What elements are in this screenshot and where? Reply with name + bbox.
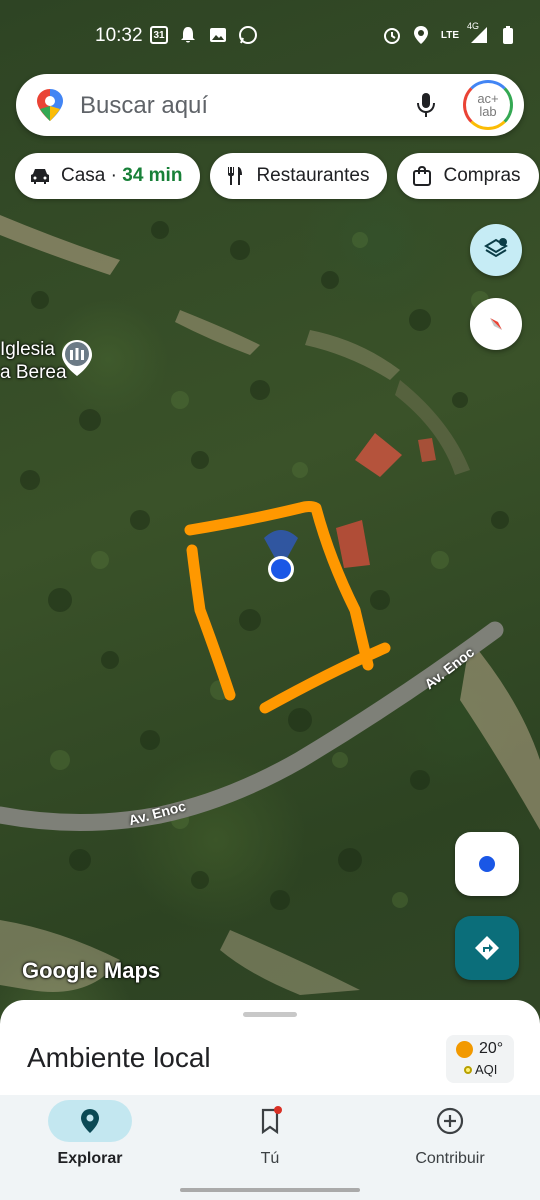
chip-home-time: 34 min	[122, 165, 183, 186]
sheet-title: Ambiente local	[27, 1042, 211, 1073]
sheet-drag-handle[interactable]	[243, 1012, 297, 1017]
directions-icon	[475, 936, 499, 960]
microphone-icon[interactable]	[413, 91, 439, 119]
image-icon	[208, 25, 228, 45]
layers-button[interactable]	[470, 224, 522, 276]
bottom-navigation: Explorar Tú Contribuir	[0, 1095, 540, 1200]
my-location-icon	[479, 856, 495, 872]
chip-shopping-label: Compras	[443, 165, 521, 186]
layers-icon	[484, 238, 508, 258]
chip-shopping[interactable]: Compras	[397, 153, 539, 199]
nav-contribute[interactable]: Contribuir	[360, 1095, 540, 1200]
chip-restaurants-label: Restaurantes	[256, 165, 370, 186]
battery-icon	[498, 25, 518, 45]
signal-icon: 4G	[467, 21, 489, 45]
volte-label: LTE	[440, 29, 460, 41]
avatar-text-line2: lab	[479, 104, 497, 119]
category-chips: Casa · 34 min Restaurantes Compras	[15, 153, 539, 199]
church-pin-icon[interactable]	[60, 338, 94, 378]
car-icon	[31, 169, 49, 184]
shopping-bag-icon	[413, 165, 432, 186]
aqi-dot-icon	[464, 1066, 472, 1074]
calendar-day: 31	[153, 29, 165, 41]
calendar-icon: 31	[150, 26, 168, 44]
alarm-icon	[382, 25, 402, 45]
nav-explore-label: Explorar	[57, 1150, 123, 1167]
add-circle-icon	[436, 1107, 464, 1135]
whatsapp-icon	[238, 25, 258, 45]
bookmark-icon	[261, 1106, 282, 1135]
bell-icon	[178, 25, 198, 45]
compass-icon	[490, 318, 502, 330]
status-time: 10:32	[95, 25, 143, 46]
status-bar: 10:32 31 LTE 4G	[0, 0, 540, 70]
network-type: 4G	[467, 21, 480, 31]
place-label-line2: a Berea	[0, 362, 67, 383]
location-status-icon	[411, 25, 431, 45]
compass-button[interactable]	[470, 298, 522, 350]
temperature: 20°	[479, 1040, 504, 1057]
account-avatar[interactable]: ac+ lab	[463, 80, 513, 130]
sun-icon	[456, 1041, 473, 1058]
google-maps-watermark: Google Maps	[22, 958, 161, 983]
search-bar[interactable]: Buscar aquí ac+ lab	[16, 74, 524, 136]
google-maps-pin-icon	[37, 89, 63, 121]
explore-pin-icon	[81, 1109, 99, 1133]
home-indicator[interactable]	[180, 1188, 360, 1192]
chip-restaurants[interactable]: Restaurantes	[210, 153, 388, 199]
bottom-sheet[interactable]: Ambiente local 20° AQI	[0, 1000, 540, 1095]
chip-home[interactable]: Casa · 34 min	[15, 153, 201, 199]
aqi-label: AQI	[475, 1062, 498, 1077]
weather-badge[interactable]: 20° AQI	[446, 1035, 514, 1083]
chip-home-label: Casa ·	[61, 165, 123, 186]
my-location-button[interactable]	[455, 832, 519, 896]
nav-contribute-label: Contribuir	[415, 1150, 485, 1167]
place-label-line1: Iglesia	[0, 339, 55, 360]
directions-button[interactable]	[455, 916, 519, 980]
nav-you-label: Tú	[260, 1150, 280, 1167]
search-input[interactable]: Buscar aquí	[80, 92, 208, 120]
fork-knife-icon	[228, 167, 243, 185]
nav-you[interactable]: Tú	[180, 1095, 360, 1200]
place-label-church[interactable]: Iglesia a Berea	[0, 338, 67, 384]
nav-explore[interactable]: Explorar	[0, 1095, 180, 1200]
